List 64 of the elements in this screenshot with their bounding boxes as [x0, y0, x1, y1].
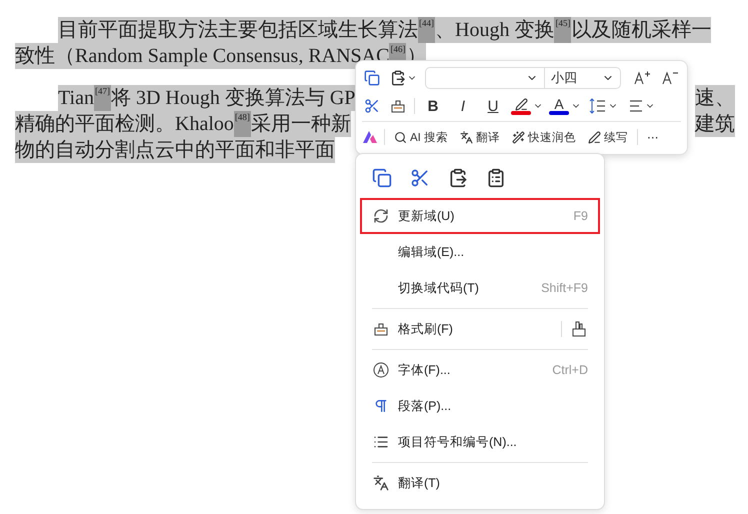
citation-mark: [48]: [234, 111, 251, 137]
highlight-color-button[interactable]: [511, 98, 543, 114]
paragraph-icon: [373, 398, 389, 414]
copy-button[interactable]: [362, 68, 382, 88]
menu-item[interactable]: 切换域代码(T) Shift+F9: [360, 270, 600, 306]
font-size-field[interactable]: 小四: [545, 67, 621, 89]
menu-item[interactable]: 编辑域(E)...: [360, 234, 600, 270]
font-color-button[interactable]: A: [549, 97, 581, 115]
body-text: 建筑: [695, 111, 735, 137]
brush-icon: [570, 320, 588, 338]
pen-icon: [588, 130, 602, 144]
ai-action-button[interactable]: 翻译: [457, 130, 504, 144]
ai-action-button[interactable]: 续写: [585, 130, 632, 144]
clipboard-list-icon: [486, 168, 506, 188]
app-logo-icon: [362, 130, 378, 144]
body-text: 物的自动分割点云中的平面和非平面: [15, 137, 335, 163]
body-text: 以及随机采样一: [571, 17, 712, 43]
highlighter-icon: [514, 98, 528, 110]
search-icon: [394, 130, 407, 144]
grow-font-icon: [633, 70, 651, 86]
citation-mark: [44]: [418, 17, 435, 43]
update-field-icon: [373, 208, 389, 224]
copy-icon: [372, 168, 392, 188]
citation-mark: [47]: [94, 85, 111, 111]
menu-item[interactable]: 字体(F)... Ctrl+D: [360, 352, 600, 388]
format-brush-icon: [390, 98, 406, 114]
line-spacing-icon: [589, 98, 607, 114]
body-text: Tian: [58, 85, 94, 111]
menu-item[interactable]: 翻译(T): [360, 465, 600, 501]
body-text: 目前平面提取方法主要包括区域生长算法: [58, 17, 418, 43]
menu-item[interactable]: 更新域(U) F9: [360, 198, 600, 234]
translate-icon: [460, 130, 474, 144]
shrink-font-icon: [661, 70, 679, 86]
more-button[interactable]: ⋯: [644, 130, 662, 144]
menu-item[interactable]: 项目符号和编号(N)...: [360, 424, 600, 460]
copy-button[interactable]: [370, 166, 394, 190]
copy-icon: [364, 70, 380, 86]
scissors-icon: [410, 168, 430, 188]
ai-action-button[interactable]: AI 搜索: [391, 130, 452, 144]
body-text: 、Hough 变换: [435, 17, 554, 43]
italic-button[interactable]: I: [451, 98, 475, 114]
paste-icon: [448, 168, 468, 188]
magic-wand-icon: [512, 130, 526, 144]
list-icon: [373, 434, 389, 450]
bold-button[interactable]: B: [421, 98, 445, 114]
underline-button[interactable]: U: [481, 98, 505, 114]
menu-item[interactable]: 段落(P)...: [360, 388, 600, 424]
paste-icon: [390, 70, 406, 86]
align-icon: [628, 98, 644, 114]
body-text: 将 3D Hough 变换算法与 GP: [110, 85, 356, 111]
body-text: 精确的平面检测。Khaloo: [15, 111, 234, 137]
scissors-icon: [364, 98, 380, 114]
shortcut-text: Ctrl+D: [552, 363, 588, 377]
body-text: 采用一种新: [250, 111, 351, 137]
format-brush-icon: [373, 321, 389, 337]
font-name-field[interactable]: [425, 67, 545, 89]
font-icon: [373, 362, 389, 378]
shortcut-text: F9: [573, 209, 588, 223]
translate-icon: [373, 475, 389, 491]
citation-mark: [45]: [554, 17, 572, 43]
menu-item[interactable]: 格式刷(F): [360, 311, 600, 347]
body-text: 速、: [695, 85, 735, 111]
shortcut-text: Shift+F9: [541, 281, 588, 295]
ai-action-button[interactable]: 快速润色: [509, 130, 580, 144]
